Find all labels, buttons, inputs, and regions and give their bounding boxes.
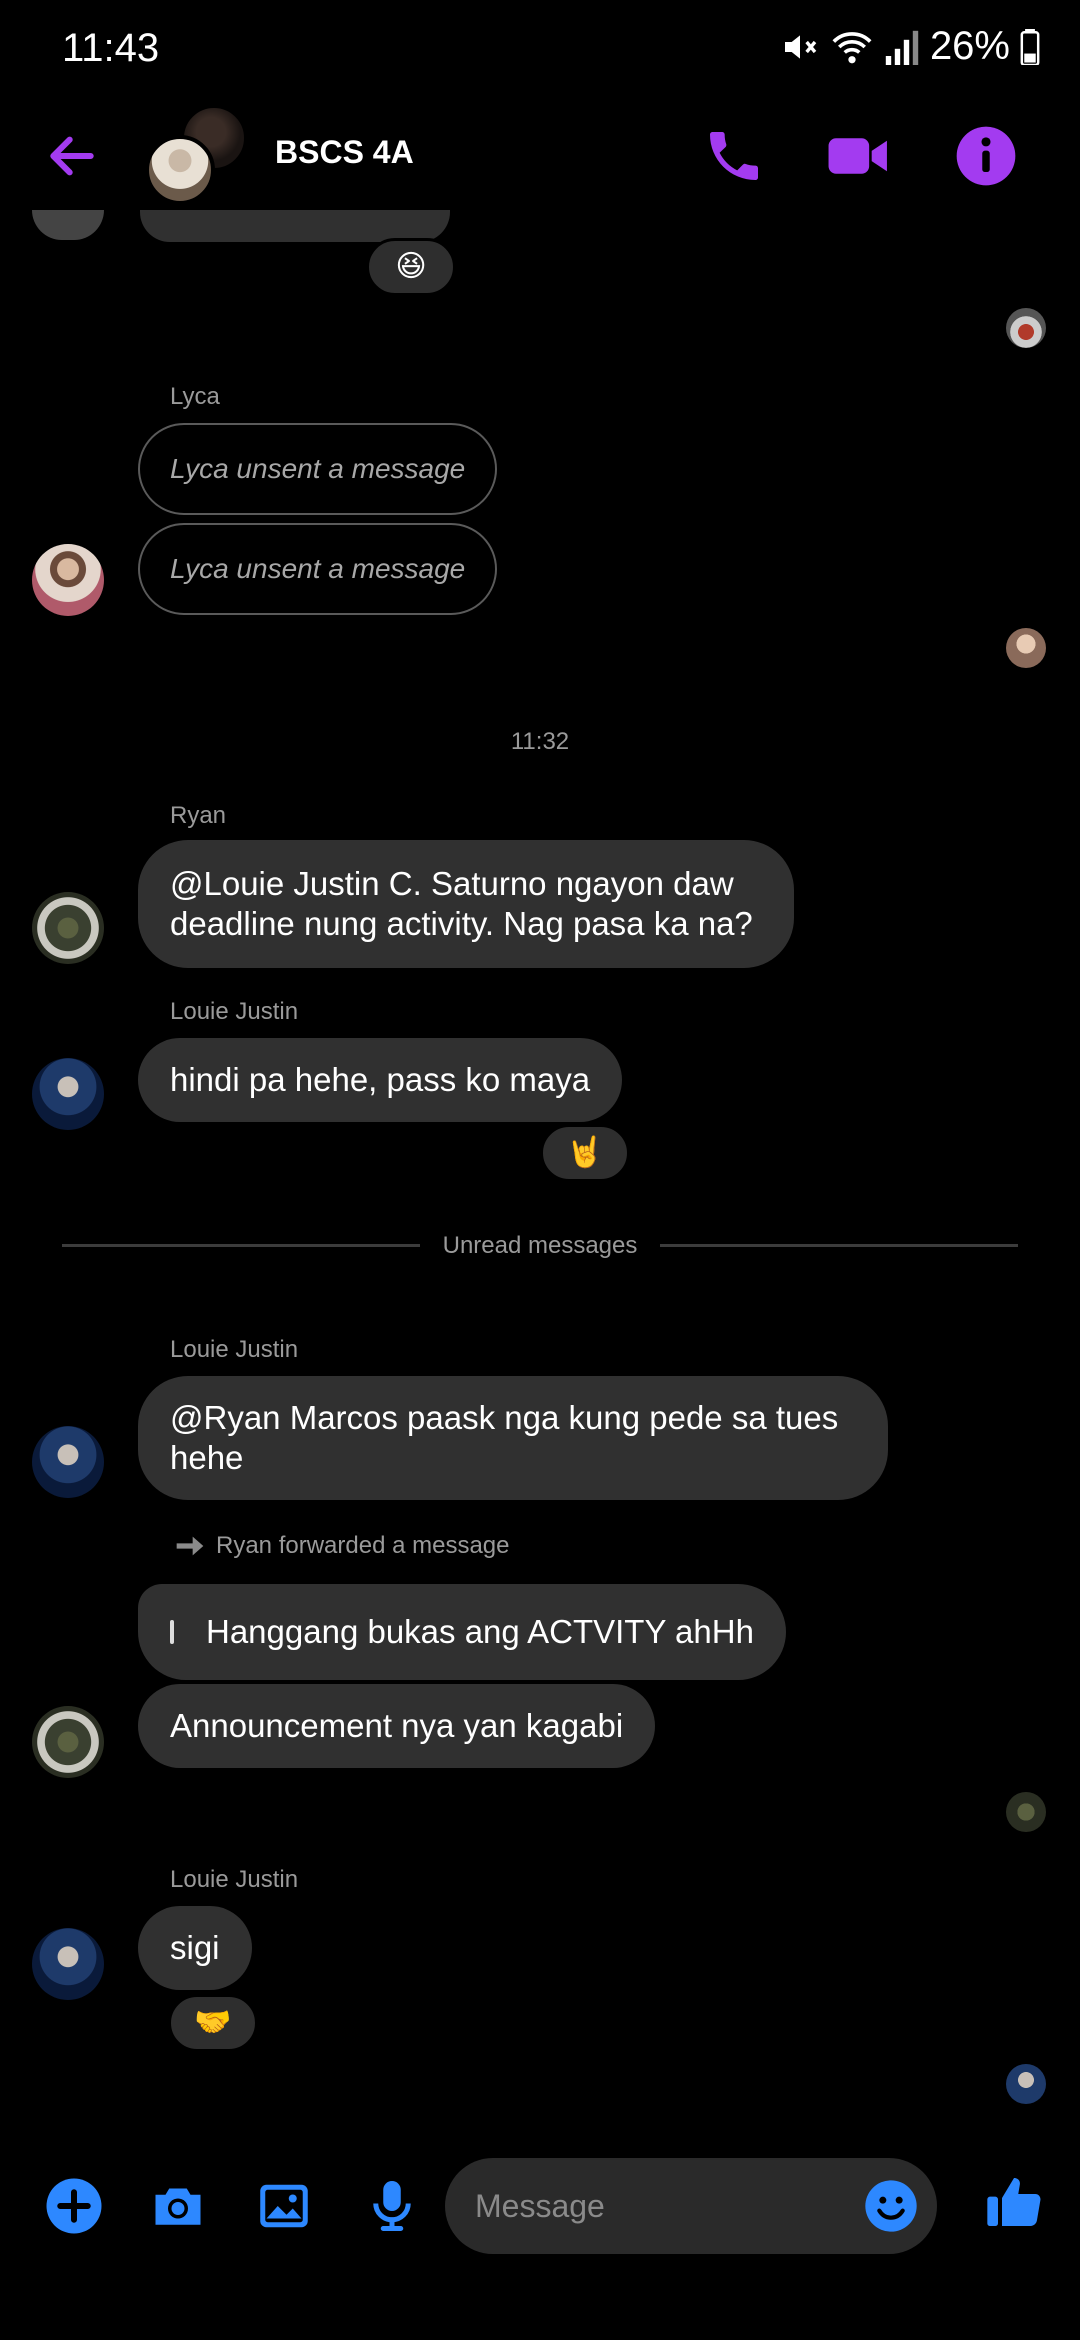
message-bubble[interactable]: Announcement nya yan kagabi (138, 1684, 656, 1768)
forward-note-text: Ryan forwarded a message (216, 1532, 510, 1559)
forwarded-message-text: Hanggang bukas ang ACTVITY ahHh (206, 1613, 754, 1650)
member-avatar (145, 135, 215, 205)
message-bubble[interactable]: hindi pa hehe, pass ko maya (138, 1038, 623, 1122)
battery-percent: 26% (929, 24, 1010, 68)
emoji-button[interactable] (863, 2178, 919, 2234)
mute-icon (784, 34, 817, 59)
unsent-message[interactable]: Lyca unsent a message (138, 523, 498, 615)
quote-bar (170, 1620, 174, 1644)
message-input[interactable] (475, 2158, 855, 2254)
thumbs-up-icon (987, 2178, 1041, 2226)
message-bubble[interactable]: @Louie Justin C. Saturno ngayon daw dead… (138, 840, 794, 968)
chat-title[interactable]: BSCS 4A (275, 134, 414, 171)
plus-icon (46, 2178, 102, 2234)
info-button[interactable] (954, 124, 1018, 188)
status-icons: 26% (780, 24, 1040, 69)
read-receipt-avatar (1006, 308, 1046, 348)
avatar[interactable] (32, 892, 104, 964)
wifi-icon (832, 31, 872, 63)
voice-button[interactable] (362, 2176, 422, 2236)
forward-note: Ryan forwarded a message (174, 1532, 509, 1560)
camera-button[interactable] (148, 2176, 208, 2236)
info-icon (956, 126, 1016, 186)
avatar[interactable] (32, 1058, 104, 1130)
read-receipt-avatar (1006, 628, 1046, 668)
signal-icon (885, 30, 919, 65)
avatar[interactable] (32, 544, 104, 616)
sender-name: Ryan (170, 802, 227, 829)
divider (62, 1244, 420, 1247)
avatar[interactable] (32, 1426, 104, 1498)
read-receipt-avatar (1006, 2064, 1046, 2104)
message-reaction[interactable]: 🤘 (540, 1124, 630, 1182)
phone-icon (710, 132, 758, 180)
video-icon (828, 138, 887, 174)
sender-name: Louie Justin (170, 1866, 299, 1893)
avatar[interactable] (32, 1928, 104, 2000)
group-avatar[interactable] (145, 105, 255, 205)
camera-icon (155, 2188, 201, 2225)
message-bubble[interactable]: @Ryan Marcos paask nga kung pede sa tues… (138, 1376, 888, 1500)
status-time: 11:43 (62, 26, 160, 70)
avatar[interactable] (32, 1706, 104, 1778)
sender-name: Lyca (170, 383, 220, 410)
message-reaction[interactable]: 😆 (366, 238, 456, 296)
like-button[interactable] (982, 2170, 1046, 2234)
forward-arrow-icon (176, 1536, 204, 1556)
call-button[interactable] (702, 124, 766, 188)
avatar (32, 210, 104, 240)
divider (660, 1244, 1018, 1247)
forwarded-message-bubble[interactable]: Hanggang bukas ang ACTVITY ahHh (138, 1584, 786, 1680)
sender-name: Louie Justin (170, 1336, 299, 1363)
emoji-icon (865, 2180, 917, 2232)
video-call-button[interactable] (826, 124, 892, 188)
microphone-icon (373, 2181, 411, 2231)
back-button[interactable] (44, 128, 100, 184)
add-button[interactable] (44, 2176, 104, 2236)
gallery-button[interactable] (254, 2176, 314, 2236)
arrow-left-icon (50, 136, 94, 176)
timestamp: 11:32 (510, 728, 570, 755)
message-bubble[interactable]: sigi (138, 1906, 252, 1990)
battery-icon (1020, 28, 1040, 65)
read-receipt-avatar (1006, 1792, 1046, 1832)
image-icon (260, 2184, 308, 2228)
message-input-container[interactable] (445, 2158, 937, 2254)
message-reaction[interactable]: 🤝 (168, 1994, 258, 2052)
unread-label: Unread messages (442, 1232, 638, 1259)
unsent-message[interactable]: Lyca unsent a message (138, 423, 498, 515)
sender-name: Louie Justin (170, 998, 299, 1025)
